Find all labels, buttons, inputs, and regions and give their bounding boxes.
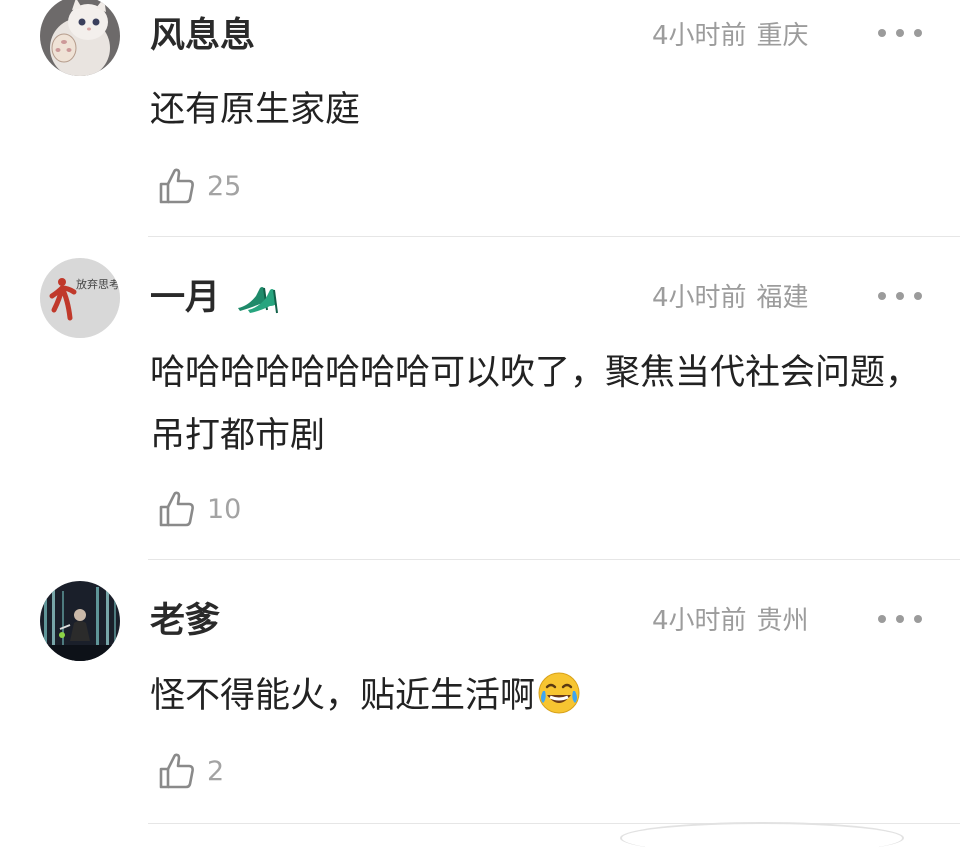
high-heels-icon <box>238 287 279 314</box>
like-count: 10 <box>207 493 242 525</box>
comment-location: 贵州 <box>756 606 809 636</box>
divider <box>148 236 960 237</box>
username[interactable]: 一月 <box>150 278 280 318</box>
comment-text: 还有原生家庭 <box>150 90 361 130</box>
username-text: 老爹 <box>150 601 221 641</box>
like-count: 2 <box>207 755 225 787</box>
doodle-avatar-image: 放弃思考 <box>40 258 120 338</box>
comment-meta: 4小时前 重庆 <box>652 21 809 51</box>
comment-time: 4小时前 <box>652 21 747 51</box>
username[interactable]: 风息息 <box>150 16 255 56</box>
more-options-icon[interactable] <box>878 613 922 625</box>
like-count: 25 <box>207 170 242 202</box>
cat-avatar-image <box>40 0 120 76</box>
like-button[interactable]: 25 <box>157 166 241 206</box>
comment-location: 福建 <box>756 283 809 313</box>
comment-time: 4小时前 <box>652 606 747 636</box>
thumbs-up-icon <box>159 491 194 527</box>
avatar[interactable]: 放弃思考 <box>40 258 120 338</box>
comment-location: 重庆 <box>756 21 809 51</box>
more-options-icon[interactable] <box>878 27 922 39</box>
next-item-edge <box>620 822 904 854</box>
stage-avatar-image <box>40 581 120 661</box>
svg-text:放弃思考: 放弃思考 <box>76 277 120 291</box>
avatar[interactable] <box>40 0 120 76</box>
comment-meta: 4小时前 福建 <box>652 283 809 313</box>
comment-text: 怪不得能火，贴近生活啊 <box>150 665 930 728</box>
thumbs-up-icon <box>159 753 194 789</box>
avatar[interactable] <box>40 581 120 661</box>
thumbs-up-icon <box>159 168 194 204</box>
comment-text-content: 怪不得能火，贴近生活啊 <box>150 676 536 716</box>
tears-of-joy-emoji-icon <box>538 672 580 714</box>
username-text: 一月 <box>150 278 221 318</box>
comment-text: 哈哈哈哈哈哈哈哈可以吹了，聚焦当代社会问题，吊打都市剧 <box>150 353 921 456</box>
like-button[interactable]: 2 <box>157 751 224 791</box>
divider <box>148 559 960 560</box>
comment-meta: 4小时前 贵州 <box>652 606 809 636</box>
username-text: 风息息 <box>150 16 256 56</box>
more-options-icon[interactable] <box>878 290 922 302</box>
username[interactable]: 老爹 <box>150 601 220 641</box>
comment-time: 4小时前 <box>652 283 747 313</box>
like-button[interactable]: 10 <box>157 489 241 529</box>
